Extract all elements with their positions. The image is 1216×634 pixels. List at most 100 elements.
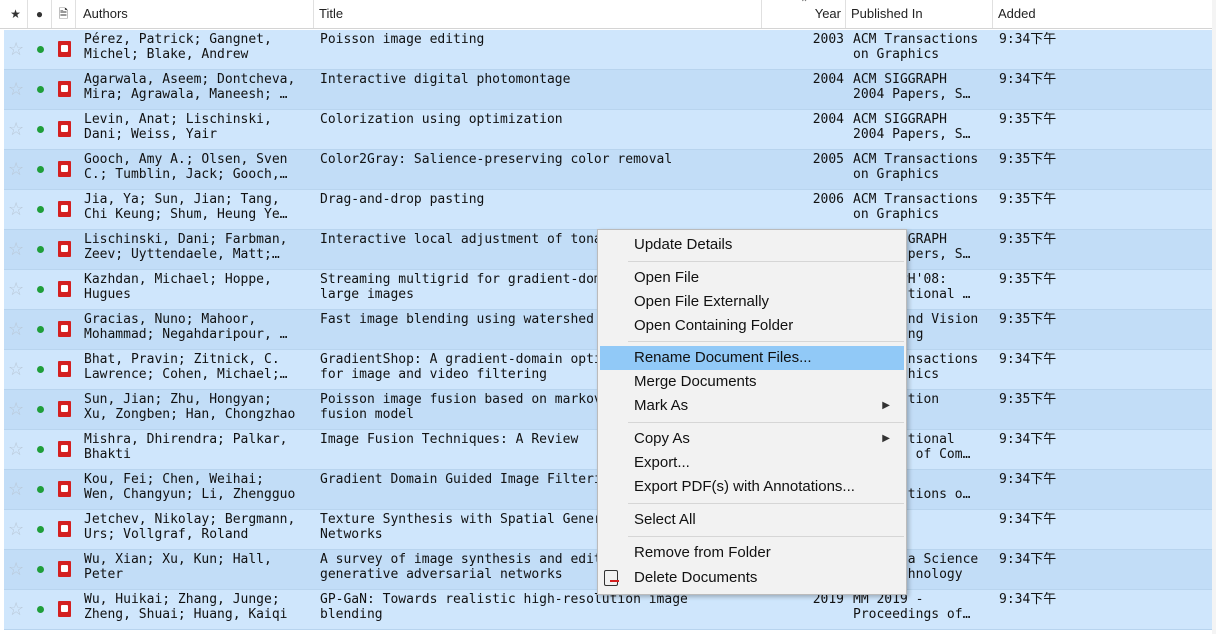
menu-item-merge-documents[interactable]: Merge Documents bbox=[600, 370, 904, 394]
star-icon[interactable]: ☆ bbox=[8, 199, 24, 219]
pdf-file-icon[interactable] bbox=[58, 401, 71, 417]
title-cell: Interactive digital photomontage bbox=[320, 72, 571, 87]
menu-item-open-file-externally[interactable]: Open File Externally bbox=[600, 290, 904, 314]
file-icon: 🗎 bbox=[58, 7, 69, 21]
file-column-header[interactable]: 🗎 bbox=[52, 0, 76, 28]
star-icon[interactable]: ☆ bbox=[8, 559, 24, 579]
menu-item-mark-as[interactable]: Mark As ▶ bbox=[600, 394, 904, 418]
authors-cell: Bhat, Pravin; Zitnick, C. Lawrence; Cohen… bbox=[84, 352, 288, 382]
menu-item-copy-as-label: Copy As bbox=[634, 430, 690, 447]
read-status-icon bbox=[37, 566, 44, 573]
star-icon[interactable]: ☆ bbox=[8, 599, 24, 619]
published-in-column-header[interactable]: Published In bbox=[846, 0, 993, 28]
star-icon[interactable]: ☆ bbox=[8, 239, 24, 259]
star-icon[interactable]: ☆ bbox=[8, 159, 24, 179]
menu-separator bbox=[628, 422, 904, 423]
authors-column-header[interactable]: Authors bbox=[78, 0, 314, 28]
title-cell: Poisson image editing bbox=[320, 32, 485, 47]
sort-ascending-icon: ⌃ bbox=[800, 0, 809, 9]
pdf-file-icon[interactable] bbox=[58, 601, 71, 617]
menu-item-rename-document-files[interactable]: Rename Document Files... bbox=[600, 346, 904, 370]
authors-cell: Gooch, Amy A.; Olsen, Sven C.; Tumblin, J… bbox=[84, 152, 288, 182]
pdf-file-icon[interactable] bbox=[58, 41, 71, 57]
menu-item-export-pdf-annotations[interactable]: Export PDF(s) with Annotations... bbox=[600, 475, 904, 499]
star-icon[interactable]: ☆ bbox=[8, 319, 24, 339]
pdf-file-icon[interactable] bbox=[58, 241, 71, 257]
authors-cell: Pérez, Patrick; Gangnet, Michel; Blake, A… bbox=[84, 32, 272, 62]
published-in-cell: ACM Transactionson Graphics bbox=[853, 192, 979, 222]
table-row[interactable]: ☆ Jia, Ya; Sun, Jian; Tang, Chi Keung; Shu… bbox=[4, 190, 1212, 230]
added-cell: 9:34下午 bbox=[999, 592, 1057, 607]
pdf-file-icon[interactable] bbox=[58, 361, 71, 377]
pdf-file-icon[interactable] bbox=[58, 121, 71, 137]
pdf-file-icon[interactable] bbox=[58, 521, 71, 537]
star-icon[interactable]: ☆ bbox=[8, 439, 24, 459]
star-icon[interactable]: ☆ bbox=[8, 359, 24, 379]
star-icon[interactable]: ☆ bbox=[8, 479, 24, 499]
star-icon[interactable]: ☆ bbox=[8, 39, 24, 59]
menu-separator bbox=[628, 261, 904, 262]
added-cell: 9:35下午 bbox=[999, 192, 1057, 207]
table-row[interactable]: ☆ Pérez, Patrick; Gangnet, Michel; Blake, … bbox=[4, 30, 1212, 70]
added-cell: 9:34下午 bbox=[999, 352, 1057, 367]
vertical-scrollbar[interactable] bbox=[1212, 0, 1216, 634]
menu-item-delete-documents-label: Delete Documents bbox=[634, 569, 758, 586]
table-row[interactable]: ☆ Agarwala, Aseem; Dontcheva, Mira; Agrawa… bbox=[4, 70, 1212, 110]
table-row[interactable]: ☆ Levin, Anat; Lischinski, Dani; Weiss, Ya… bbox=[4, 110, 1212, 150]
authors-cell: Wu, Huikai; Zhang, Junge; Zheng, Shuai; H… bbox=[84, 592, 288, 622]
pdf-file-icon[interactable] bbox=[58, 161, 71, 177]
published-in-cell: MM 2019 - Proceedings of… bbox=[853, 592, 971, 622]
menu-item-remove-from-folder[interactable]: Remove from Folder bbox=[600, 541, 904, 565]
menu-item-open-containing-folder[interactable]: Open Containing Folder bbox=[600, 314, 904, 338]
title-cell: Color2Gray: Salience-preserving color re… bbox=[320, 152, 673, 167]
read-status-icon bbox=[37, 126, 44, 133]
menu-item-open-file[interactable]: Open File bbox=[600, 266, 904, 290]
authors-cell: Kou, Fei; Chen, Weihai; Wen, Changyun; Li… bbox=[84, 472, 296, 502]
pdf-file-icon[interactable] bbox=[58, 441, 71, 457]
year-cell: 2006 bbox=[812, 192, 844, 207]
read-status-icon bbox=[37, 406, 44, 413]
menu-item-select-all[interactable]: Select All bbox=[600, 508, 904, 532]
read-status-icon bbox=[37, 86, 44, 93]
pdf-file-icon[interactable] bbox=[58, 201, 71, 217]
star-icon[interactable]: ☆ bbox=[8, 399, 24, 419]
added-column-header[interactable]: Added bbox=[993, 0, 1212, 28]
menu-item-copy-as[interactable]: Copy As ▶ bbox=[600, 427, 904, 451]
pdf-file-icon[interactable] bbox=[58, 321, 71, 337]
menu-item-delete-documents[interactable]: Delete Documents bbox=[600, 566, 904, 590]
pdf-file-icon[interactable] bbox=[58, 481, 71, 497]
authors-cell: Mishra, Dhirendra; Palkar, Bhakti bbox=[84, 432, 288, 462]
star-column-header[interactable]: ★ bbox=[4, 0, 28, 28]
menu-item-export[interactable]: Export... bbox=[600, 451, 904, 475]
star-icon[interactable]: ☆ bbox=[8, 279, 24, 299]
added-cell: 9:35下午 bbox=[999, 232, 1057, 247]
pdf-file-icon[interactable] bbox=[58, 81, 71, 97]
menu-separator bbox=[628, 503, 904, 504]
added-cell: 9:35下午 bbox=[999, 392, 1057, 407]
added-cell: 9:34下午 bbox=[999, 552, 1057, 567]
read-status-icon bbox=[37, 526, 44, 533]
submenu-arrow-icon: ▶ bbox=[882, 400, 890, 411]
read-status-icon bbox=[37, 166, 44, 173]
read-status-icon bbox=[37, 326, 44, 333]
authors-cell: Gracias, Nuno; Mahoor, Mohammad; Negahdar… bbox=[84, 312, 288, 342]
authors-cell: Wu, Xian; Xu, Kun; Hall, Peter bbox=[84, 552, 272, 582]
authors-cell: Levin, Anat; Lischinski, Dani; Weiss, Yai… bbox=[84, 112, 272, 142]
title-column-header[interactable]: Title bbox=[314, 0, 762, 28]
table-row[interactable]: ☆ Gooch, Amy A.; Olsen, Sven C.; Tumblin, … bbox=[4, 150, 1212, 190]
star-icon[interactable]: ☆ bbox=[8, 519, 24, 539]
star-icon[interactable]: ☆ bbox=[8, 79, 24, 99]
table-row[interactable]: ☆ Wu, Huikai; Zhang, Junge; Zheng, Shuai; … bbox=[4, 590, 1212, 630]
menu-item-update-details[interactable]: Update Details bbox=[600, 233, 904, 257]
authors-cell: Jia, Ya; Sun, Jian; Tang, Chi Keung; Shum… bbox=[84, 192, 288, 222]
star-icon[interactable]: ☆ bbox=[8, 119, 24, 139]
title-cell: GP-GaN: Towards realistic high-resolutio… bbox=[320, 592, 688, 622]
pdf-file-icon[interactable] bbox=[58, 561, 71, 577]
read-status-icon bbox=[37, 46, 44, 53]
menu-separator bbox=[628, 341, 904, 342]
added-cell: 9:34下午 bbox=[999, 32, 1057, 47]
pdf-file-icon[interactable] bbox=[58, 281, 71, 297]
published-in-cell: ACM SIGGRAPH 2004 Papers, S… bbox=[853, 72, 971, 102]
read-status-column-header[interactable]: ● bbox=[28, 0, 52, 28]
read-status-icon bbox=[37, 206, 44, 213]
